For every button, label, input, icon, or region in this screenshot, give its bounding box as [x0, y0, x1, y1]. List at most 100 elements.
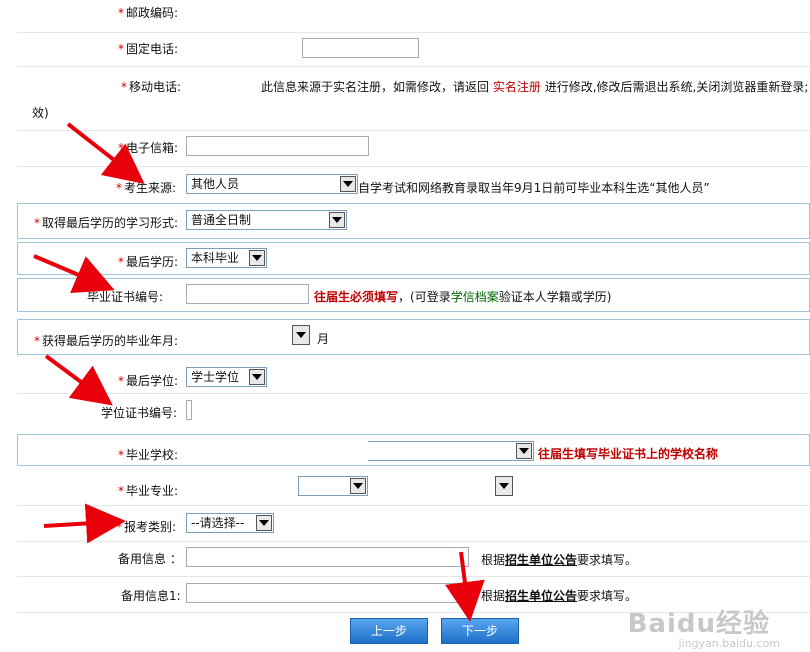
- email-input[interactable]: [186, 136, 369, 156]
- backup-label: 备用信息 ：: [118, 552, 182, 566]
- notice-link[interactable]: 招生单位公告: [505, 589, 577, 603]
- school-label: * 毕业学校:: [118, 446, 178, 463]
- required-mark: *: [118, 448, 124, 462]
- last-edu-label-text: 最后学历:: [126, 255, 179, 269]
- mobile-note-cont: 效): [32, 106, 49, 120]
- major-select-2[interactable]: [495, 476, 513, 496]
- study-form-select-value: 普通全日制: [191, 213, 252, 227]
- required-mark: *: [121, 80, 127, 94]
- cert-note-red: 往届生必须填写: [314, 290, 399, 304]
- row-divider: [17, 32, 810, 33]
- school-label-text: 毕业学校:: [126, 448, 179, 462]
- degree-cert-input[interactable]: [186, 400, 192, 420]
- school-note: 往届生填写毕业证书上的学校名称: [538, 447, 719, 461]
- last-edu-select[interactable]: 本科毕业: [186, 248, 267, 268]
- exam-type-label: * 报考类别:: [116, 518, 176, 535]
- row-divider: [17, 541, 810, 542]
- prev-button[interactable]: 上一步: [350, 618, 428, 644]
- row-divider: [17, 130, 810, 131]
- exam-type-select[interactable]: --请选择--: [186, 513, 274, 533]
- required-mark: *: [118, 6, 124, 20]
- backup-input[interactable]: [186, 547, 469, 567]
- degree-cert-label: 学位证书编号:: [101, 406, 178, 420]
- required-mark: *: [118, 141, 124, 155]
- source-select-value: 其他人员: [191, 177, 240, 191]
- mobile-label-text: 移动电话:: [129, 80, 182, 94]
- xuexin-link[interactable]: 学信档案: [451, 290, 499, 304]
- backup1-input[interactable]: [186, 583, 469, 603]
- source-note: 自学考试和网络教育录取当年9月1日前可毕业本科生选“其他人员”: [358, 181, 710, 195]
- backup1-label: 备用信息1:: [121, 589, 181, 603]
- notice-link[interactable]: 招生单位公告: [505, 553, 577, 567]
- required-mark: *: [118, 42, 124, 56]
- backup1-note-text-2: 要求填写。: [577, 589, 638, 603]
- backup1-note: 根据招生单位公告要求填写。: [481, 587, 637, 604]
- study-form-label-text: 取得最后学历的学习形式:: [42, 216, 179, 230]
- chevron-down-icon: [340, 176, 356, 192]
- phone-label-text: 固定电话:: [126, 42, 179, 56]
- source-label-text: 考生来源:: [124, 181, 177, 195]
- chevron-down-icon: [256, 515, 272, 531]
- chevron-down-icon: [249, 250, 265, 266]
- study-form-select[interactable]: 普通全日制: [186, 210, 347, 230]
- backup-note: 根据招生单位公告要求填写。: [481, 551, 637, 568]
- next-button[interactable]: 下一步: [441, 618, 519, 644]
- backup-note-text-2: 要求填写。: [577, 553, 638, 567]
- arrow-to-degree-cert: [44, 354, 113, 406]
- row-divider: [17, 576, 810, 577]
- study-form-label: * 取得最后学历的学习形式:: [34, 214, 178, 231]
- required-mark: *: [116, 520, 122, 534]
- required-mark: *: [118, 484, 124, 498]
- chevron-down-icon: [516, 443, 532, 459]
- email-label-text: 电子信箱:: [126, 141, 179, 155]
- required-mark: *: [118, 255, 124, 269]
- required-mark: *: [116, 181, 122, 195]
- last-edu-label: * 最后学历:: [118, 253, 178, 270]
- mobile-note-text-2: 进行修改,修改后需退出系统,关闭浏览器重新登录;: [544, 80, 809, 94]
- last-edu-select-value: 本科毕业: [191, 251, 240, 265]
- chevron-down-icon: [350, 478, 366, 494]
- major-label: * 毕业专业:: [118, 482, 178, 499]
- cert-note-text-2: 验证本人学籍或学历): [498, 290, 612, 304]
- exam-type-label-text: 报考类别:: [124, 520, 177, 534]
- watermark-logo: Baidu经验: [627, 609, 770, 639]
- backup-note-text: 根据: [481, 553, 506, 567]
- major-select-1[interactable]: [298, 476, 368, 496]
- row-divider: [17, 66, 810, 67]
- required-mark: *: [34, 216, 40, 230]
- source-label: * 考生来源:: [116, 179, 176, 196]
- backup1-note-text: 根据: [481, 589, 506, 603]
- school-select[interactable]: [368, 441, 534, 461]
- grad-date-label-text: 获得最后学历的毕业年月:: [42, 334, 179, 348]
- watermark-url: jingyan.baidu.com: [678, 637, 780, 650]
- mobile-note: 此信息来源于实名注册，如需修改，请返回 实名注册 进行修改,修改后需退出系统,关…: [261, 78, 808, 95]
- source-select[interactable]: 其他人员: [186, 174, 358, 194]
- cert-note-text: ，(可登录: [398, 290, 451, 304]
- realname-link[interactable]: 实名注册: [493, 80, 541, 94]
- grad-month-suffix: 月: [317, 332, 330, 346]
- exam-type-select-value: --请选择--: [191, 516, 245, 530]
- row-divider: [17, 166, 810, 167]
- required-mark: *: [118, 374, 124, 388]
- last-degree-select-value: 学士学位: [191, 370, 240, 384]
- email-label: * 电子信箱:: [118, 139, 178, 156]
- phone-label: * 固定电话:: [118, 40, 178, 57]
- phone-input[interactable]: [302, 38, 419, 58]
- mobile-label: * 移动电话:: [121, 78, 181, 95]
- last-degree-label: * 最后学位:: [118, 372, 178, 389]
- cert-note: 往届生必须填写，(可登录学信档案验证本人学籍或学历): [314, 288, 611, 305]
- major-label-text: 毕业专业:: [126, 484, 179, 498]
- postal-code-label-text: 邮政编码:: [126, 6, 179, 20]
- arrow-to-exam-type: [43, 503, 126, 544]
- last-degree-label-text: 最后学位:: [126, 374, 179, 388]
- last-degree-select[interactable]: 学士学位: [186, 367, 267, 387]
- chevron-down-icon: [249, 369, 265, 385]
- cert-no-input[interactable]: [186, 284, 309, 304]
- row-divider: [17, 393, 810, 394]
- mobile-note-text: 此信息来源于实名注册，如需修改，请返回: [261, 80, 490, 94]
- postal-code-label: * 邮政编码:: [118, 4, 178, 21]
- cert-no-label: 毕业证书编号:: [87, 290, 164, 304]
- grad-date-label: * 获得最后学历的毕业年月:: [34, 332, 178, 349]
- chevron-down-icon: [329, 212, 345, 228]
- grad-year-select[interactable]: [292, 325, 310, 345]
